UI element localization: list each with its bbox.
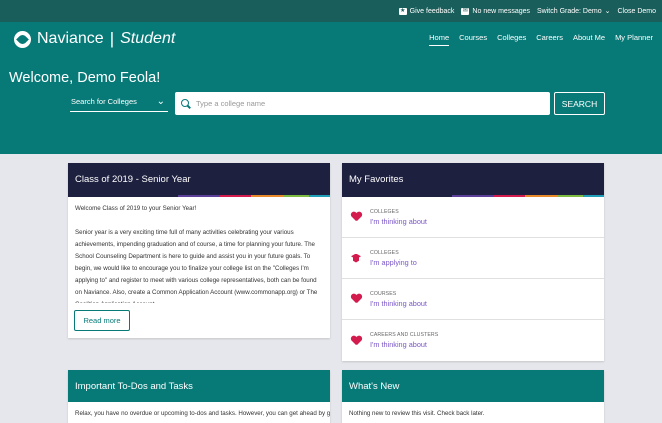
favorite-colleges-thinking[interactable]: COLLEGES I'm thinking about [342,197,604,238]
search-type-select[interactable]: Search for Colleges ⌄ [70,91,168,112]
heart-icon [351,336,361,346]
heart-icon [351,294,361,304]
favorite-link[interactable]: I'm thinking about [370,299,427,308]
heart-icon [351,212,361,222]
messages-label: No new messages [472,7,531,15]
search-type-label: Search for Colleges [71,96,137,106]
senior-year-card: Class of 2019 - Senior Year Welcome Clas… [68,163,330,338]
feedback-icon: ★ [398,7,407,15]
card-title: My Favorites [342,163,604,195]
color-stripe [68,195,330,197]
chevron-down-icon: ⌄ [156,95,165,107]
search-icon [181,98,191,109]
todos-card: Important To-Dos and Tasks Relax, you ha… [68,370,330,423]
nav-home[interactable]: Home [424,33,454,46]
card-title: Class of 2019 - Senior Year [68,163,330,195]
favorite-colleges-applying[interactable]: COLLEGES I'm applying to [342,238,604,279]
main-header: Naviance | Student Home Courses Colleges… [0,22,662,154]
whats-new-card: What's New Nothing new to review this vi… [342,370,604,423]
give-feedback-link[interactable]: ★ Give feedback [398,7,455,15]
senior-year-body: Welcome Class of 2019 to your Senior Yea… [68,197,330,303]
favorite-category: COLLEGES [370,249,399,256]
graduation-cap-icon [351,253,361,263]
favorite-careers-thinking[interactable]: CAREERS AND CLUSTERS I'm thinking about [342,320,604,361]
messages-link[interactable]: ✉ No new messages [461,7,531,15]
nav-about-me[interactable]: About Me [568,33,610,42]
nav-courses[interactable]: Courses [454,33,492,42]
brand-sub: Student [120,30,176,47]
give-feedback-label: Give feedback [409,7,455,15]
switch-grade-label: Switch Grade: Demo [537,7,602,15]
naviance-logo-icon [14,30,31,48]
nav-my-planner[interactable]: My Planner [610,33,658,42]
naviance-brand[interactable]: Naviance | Student [14,29,175,49]
utility-bar: ★ Give feedback ✉ No new messages Switch… [0,0,662,22]
close-demo-link[interactable]: Close Demo [617,8,656,15]
switch-grade-menu[interactable]: Switch Grade: Demo ⌄ [537,7,611,16]
main-nav: Home Courses Colleges Careers About Me M… [424,33,658,46]
search-box [175,92,550,115]
favorite-category: COURSES [370,290,397,297]
chevron-down-icon: ⌄ [604,8,611,15]
favorite-link[interactable]: I'm thinking about [370,217,427,226]
whats-new-text: Nothing new to review this visit. Check … [349,410,485,417]
favorite-link[interactable]: I'm thinking about [370,340,438,349]
favorite-category: CAREERS AND CLUSTERS [370,332,439,338]
utility-items: ★ Give feedback ✉ No new messages Switch… [398,0,656,22]
brand-separator: | [109,29,115,48]
senior-intro: Welcome Class of 2019 to your Senior Yea… [75,205,197,212]
college-search-input[interactable] [196,99,536,108]
card-title: What's New [342,370,604,402]
brand-name: Naviance [37,30,104,47]
favorite-link[interactable]: I'm applying to [370,258,417,267]
nav-colleges[interactable]: Colleges [492,33,531,42]
my-favorites-card: My Favorites COLLEGES I'm thinking about… [342,163,604,361]
welcome-heading: Welcome, Demo Feola! [9,70,161,86]
card-title: Important To-Dos and Tasks [68,370,330,402]
color-stripe [342,195,604,197]
senior-text: Senior year is a very exciting time full… [75,229,318,303]
close-demo-label: Close Demo [617,7,656,15]
favorite-category: COLLEGES [370,208,399,215]
favorite-courses-thinking[interactable]: COURSES I'm thinking about [342,279,604,320]
search-button[interactable]: SEARCH [554,92,605,115]
nav-careers[interactable]: Careers [531,33,568,42]
todos-text: Relax, you have no overdue or upcoming t… [75,410,330,417]
envelope-icon: ✉ [461,7,470,15]
read-more-button[interactable]: Read more [74,310,130,331]
